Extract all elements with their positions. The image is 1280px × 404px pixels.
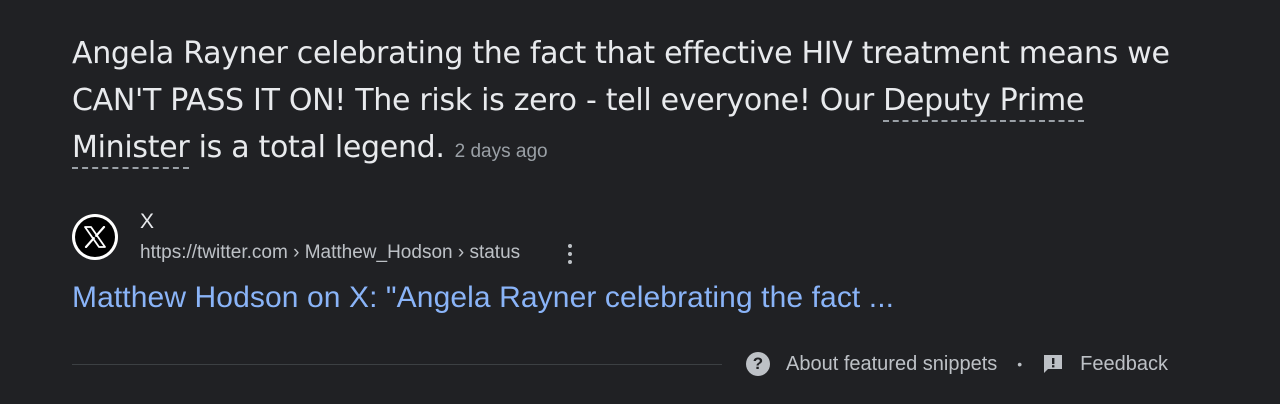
about-featured-snippets-link[interactable]: ? About featured snippets (746, 352, 997, 376)
about-featured-snippets-label: About featured snippets (786, 352, 998, 375)
snippet-date: 2 days ago (454, 141, 548, 162)
more-options-icon[interactable] (562, 242, 578, 266)
featured-snippet-text: Angela Rayner celebrating the fact that … (72, 30, 1182, 175)
site-name: X (140, 210, 155, 233)
x-logo-icon (72, 214, 118, 260)
site-url: https://twitter.com › Matthew_Hodson › s… (140, 242, 521, 263)
feedback-icon (1042, 353, 1064, 375)
feedback-link[interactable]: Feedback (1042, 353, 1168, 376)
footer-separator: • (1017, 356, 1023, 372)
help-icon: ? (746, 352, 770, 376)
snippet-footer: ? About featured snippets • Feedback (746, 350, 1168, 378)
feedback-label: Feedback (1080, 352, 1169, 375)
result-title-link[interactable]: Matthew Hodson on X: "Angela Rayner cele… (72, 281, 894, 315)
snippet-text-after: is a total legend. (189, 130, 445, 165)
divider (72, 364, 722, 365)
